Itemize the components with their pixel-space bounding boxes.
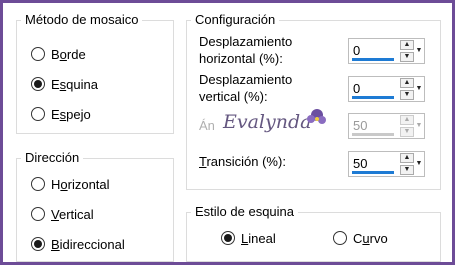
vertical-offset-spinner[interactable]: 0 ▲ ▼ ▼ [348,76,425,102]
mnemonic-letter: L [241,230,249,246]
radio-circle[interactable] [31,237,45,251]
horizontal-offset-label-2: horizontal (%): [199,51,283,66]
radio-borde[interactable]: Borde [31,45,86,63]
transition-label-rest: ransición (%): [206,154,286,169]
decrement-button[interactable]: ▼ [400,52,414,62]
radio-circle[interactable] [333,231,347,245]
settings-title: Configuración [191,12,280,28]
value-bar [352,171,394,174]
decrement-button: ▼ [400,127,414,137]
value-bar [352,133,394,136]
decrement-button[interactable]: ▼ [400,165,414,175]
mnemonic-letter: s [59,106,67,122]
transition-value[interactable]: 50 [353,156,367,171]
radio-label-esquina: Esquina [51,76,98,92]
horizontal-offset-label-1: Desplazamiento [199,34,293,49]
mnemonic-letter: V [51,206,59,222]
radio-circle[interactable] [31,47,45,61]
increment-button[interactable]: ▲ [400,153,414,163]
radio-vertical[interactable]: Vertical [31,205,94,223]
decrement-button[interactable]: ▼ [400,90,414,100]
radio-label-espejo: Espejo [51,106,91,122]
radio-circle[interactable] [221,231,235,245]
increment-button: ▲ [400,115,414,125]
dropdown-arrow-icon[interactable]: ▼ [415,78,423,100]
dialog-frame: Método de mosaico Borde Esquina Espejo D… [3,3,452,262]
radio-label-vertical: Vertical [51,206,94,222]
dropdown-arrow-icon[interactable]: ▼ [415,40,423,62]
radio-circle[interactable] [31,107,45,121]
radio-label-horizontal: Horizontal [51,176,110,192]
radio-label-lineal: Lineal [241,230,276,246]
direction-group: Dirección Horizontal Vertical Bidireccio… [16,150,174,262]
transition-label: Transición (%): [199,154,286,170]
radio-espejo[interactable]: Espejo [31,105,91,123]
dropdown-arrow-icon[interactable]: ▼ [415,153,423,175]
value-bar [352,96,394,99]
angle-label: Án [199,118,215,133]
radio-label-bidireccional: Bidireccional [51,236,125,252]
direction-title: Dirección [21,150,84,166]
mnemonic-letter: u [362,230,370,246]
increment-button[interactable]: ▲ [400,78,414,88]
radio-label-curvo: Curvo [353,230,388,246]
vertical-offset-label-1: Desplazamiento [199,72,293,87]
corner-style-title: Estilo de esquina [191,204,299,220]
mnemonic-letter: B [51,236,60,252]
radio-circle[interactable] [31,77,45,91]
horizontal-offset-spinner[interactable]: 0 ▲ ▼ ▼ [348,38,425,64]
tiling-method-group: Método de mosaico Borde Esquina Espejo [16,12,174,134]
radio-horizontal[interactable]: Horizontal [31,175,110,193]
angle-value: 50 [353,118,368,133]
tiling-method-title: Método de mosaico [21,12,143,28]
angle-spinner: 50 ▲ ▼ ▼ [348,113,425,139]
increment-button[interactable]: ▲ [400,40,414,50]
transition-spinner[interactable]: 50 ▲ ▼ ▼ [348,151,425,177]
mnemonic-letter: s [59,76,67,92]
radio-curvo[interactable]: Curvo [333,229,388,247]
watermark-logo: Evalynda [222,109,326,133]
watermark-text: Evalynda [222,111,311,133]
dropdown-arrow-icon: ▼ [415,122,423,129]
mnemonic-letter: o [59,46,67,62]
vertical-offset-value[interactable]: 0 [353,81,360,96]
radio-bidireccional[interactable]: Bidireccional [31,235,125,253]
value-bar [352,58,394,61]
radio-circle[interactable] [31,207,45,221]
radio-lineal[interactable]: Lineal [221,229,276,247]
radio-circle[interactable] [31,177,45,191]
radio-label-borde: Borde [51,46,86,62]
radio-esquina[interactable]: Esquina [31,75,98,93]
corner-style-group: Estilo de esquina Lineal Curvo [186,204,441,262]
horizontal-offset-value[interactable]: 0 [353,43,360,58]
mnemonic-letter: o [60,176,68,192]
